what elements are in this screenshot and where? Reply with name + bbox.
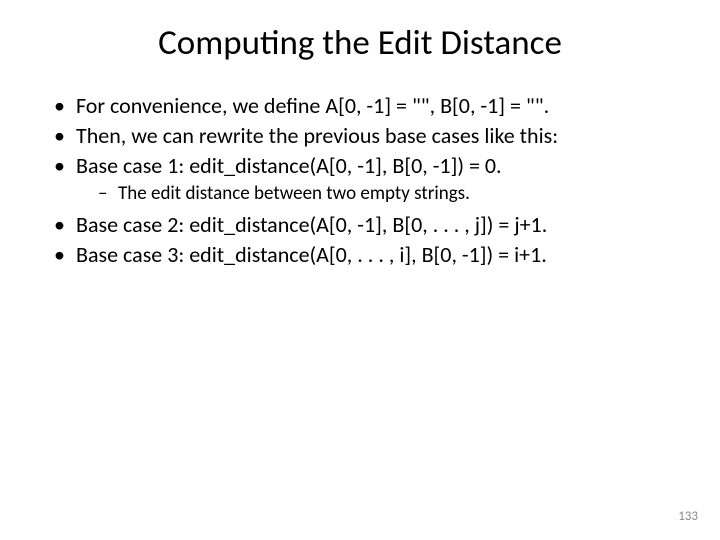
- bullet-item-3: Base case 1: edit_distance(A[0, -1], B[0…: [50, 152, 675, 207]
- bullet-item-4: Base case 2: edit_distance(A[0, -1], B[0…: [50, 211, 675, 239]
- sub-bullet-list: The edit distance between two empty stri…: [76, 182, 675, 207]
- bullet-item-1: For convenience, we define A[0, -1] = ""…: [50, 92, 675, 120]
- bullet-list: For convenience, we define A[0, -1] = ""…: [50, 92, 675, 269]
- bullet-item-5: Base case 3: edit_distance(A[0, . . . , …: [50, 241, 675, 269]
- bullet-item-2: Then, we can rewrite the previous base c…: [50, 122, 675, 150]
- slide-title: Computing the Edit Distance: [45, 22, 675, 64]
- page-number: 133: [678, 509, 698, 524]
- slide-container: Computing the Edit Distance For convenie…: [0, 0, 720, 540]
- bullet-item-3-text: Base case 1: edit_distance(A[0, -1], B[0…: [76, 152, 502, 179]
- sub-bullet-item-1: The edit distance between two empty stri…: [98, 182, 675, 207]
- slide-content: For convenience, we define A[0, -1] = ""…: [45, 92, 675, 269]
